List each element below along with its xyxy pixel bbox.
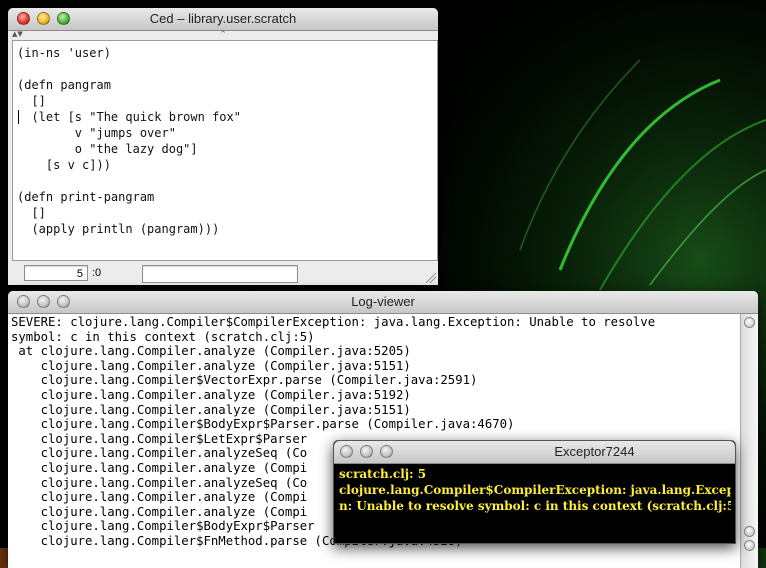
vertical-scrollbar[interactable] (740, 314, 758, 568)
log-viewer-titlebar[interactable]: Log-viewer (8, 291, 758, 314)
window-title: Exceptor7244 (554, 444, 635, 459)
code-editor[interactable]: (in-ns 'user) (defn pangram [] (let [s "… (12, 40, 438, 261)
scroll-down-icon[interactable] (744, 540, 755, 551)
scroll-up-icon[interactable] (744, 526, 755, 537)
text-caret (18, 110, 19, 124)
window-title: Log-viewer (351, 294, 415, 309)
exception-location: scratch.clj: 5 (339, 467, 427, 481)
exception-text-line: clojure.lang.Compiler$CompilerException:… (339, 483, 731, 497)
status-bar: 5 :0 (8, 261, 438, 285)
exceptor-titlebar[interactable]: Exceptor7244 (334, 441, 735, 464)
ced-titlebar[interactable]: Ced – library.user.scratch (8, 8, 438, 31)
scroll-up-icon[interactable] (744, 317, 755, 328)
ced-editor-window: Ced – library.user.scratch ▲▼ ^ (in-ns '… (8, 8, 438, 285)
exception-text-line: n: Unable to resolve symbol: c in this c… (339, 499, 731, 513)
column-label: :0 (92, 267, 102, 279)
code-text[interactable]: (in-ns 'user) (defn pangram [] (let [s "… (13, 41, 437, 237)
ruler: ▲▼ ^ (8, 30, 438, 40)
resize-grip-icon[interactable] (426, 273, 436, 283)
center-marker-icon[interactable]: ^ (220, 30, 226, 38)
tab-marker-icon[interactable]: ▲▼ (12, 30, 23, 38)
search-field[interactable] (142, 265, 298, 283)
exceptor-window: Exceptor7244 scratch.clj: 5 clojure.lang… (333, 440, 736, 544)
line-number-field[interactable]: 5 (24, 265, 88, 281)
window-title: Ced – library.user.scratch (149, 11, 297, 26)
exception-message: scratch.clj: 5 clojure.lang.Compiler$Com… (339, 466, 731, 514)
